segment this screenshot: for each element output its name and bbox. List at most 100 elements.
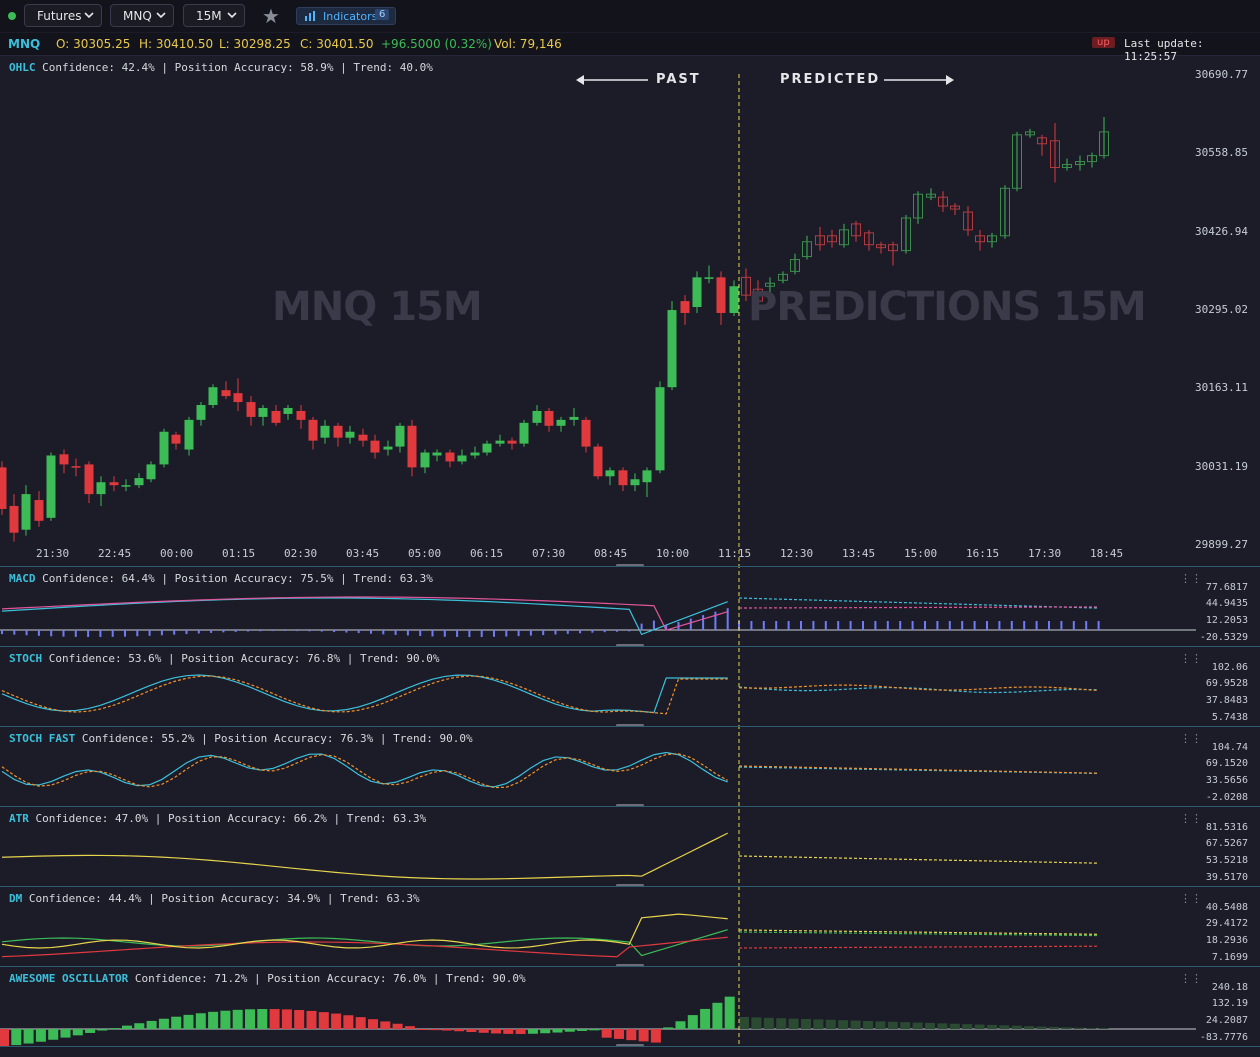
- macd-histogram-bar: [1060, 621, 1063, 630]
- candle: [581, 419, 591, 447]
- macd-histogram-bar: [296, 630, 299, 632]
- time-tick-label: 21:30: [36, 547, 70, 560]
- drag-grip-icon[interactable]: ⋮⋮: [1180, 892, 1202, 905]
- ao-predicted-bar: [1011, 1025, 1022, 1029]
- macd-histogram-bar: [124, 630, 126, 637]
- macd-histogram-bar: [443, 630, 446, 637]
- ao-bar: [0, 1029, 9, 1047]
- ao-panel-label: AWESOME OSCILLATOR Confidence: 71.2% | P…: [6, 971, 529, 986]
- drag-grip-icon[interactable]: ⋮⋮: [1180, 732, 1202, 745]
- ao-predicted-bar: [974, 1024, 985, 1029]
- macd-histogram-bar: [824, 621, 827, 630]
- left-arrow-icon: [576, 75, 584, 85]
- time-tick-label: 15:00: [904, 547, 938, 560]
- ao-bar: [626, 1029, 637, 1041]
- candle: [593, 446, 603, 477]
- panel-separator: [0, 886, 1260, 887]
- macd-histogram-bar: [234, 630, 237, 632]
- candle: [184, 419, 194, 450]
- ao-predicted-bar: [875, 1021, 886, 1029]
- panel-separator: [0, 1046, 1260, 1047]
- atr-line: [1, 832, 728, 880]
- ao-bar: [663, 1027, 674, 1029]
- macd-histogram-bar: [87, 630, 90, 637]
- price-tick-label: 30426.94: [1195, 224, 1248, 238]
- macd-histogram-bar: [173, 630, 176, 635]
- time-tick-label: 06:15: [470, 547, 504, 560]
- macd-histogram-bar: [74, 630, 77, 637]
- drag-grip-icon[interactable]: ⋮⋮: [1180, 572, 1202, 585]
- candle: [134, 478, 144, 486]
- ao-predicted-bar: [999, 1025, 1010, 1029]
- drag-grip-icon[interactable]: ⋮⋮: [1180, 652, 1202, 665]
- ao-predicted-bar: [949, 1023, 960, 1029]
- macd-histogram-bar: [394, 630, 397, 635]
- macd-histogram-bar: [99, 630, 102, 637]
- right-arrow-icon: [946, 75, 954, 85]
- candle: [283, 407, 293, 414]
- indicator-tick-label: 102.06: [1211, 662, 1248, 673]
- macd-histogram-bar: [283, 630, 286, 632]
- stoch-fast-panel-label: STOCH FAST Confidence: 55.2% | Position …: [6, 731, 476, 746]
- drag-grip-icon[interactable]: ⋮⋮: [1180, 812, 1202, 825]
- ao-bar: [392, 1023, 403, 1029]
- macd-histogram-bar: [911, 621, 914, 630]
- ao-predicted-bar: [887, 1021, 898, 1029]
- ao-bar: [503, 1029, 514, 1034]
- ao-bar: [48, 1029, 59, 1040]
- macd-histogram-bar: [247, 630, 249, 632]
- dm-stats: Confidence: 44.4% | Position Accuracy: 3…: [28, 892, 420, 905]
- ao-bar: [331, 1013, 342, 1029]
- indicator-tick-label: 39.5170: [1205, 872, 1248, 883]
- time-tick-label: 08:45: [594, 547, 628, 560]
- ao-bar: [257, 1009, 268, 1029]
- ao-bar: [687, 1015, 698, 1029]
- atr-predicted-line: [738, 855, 1099, 864]
- candle: [246, 402, 256, 417]
- macd-histogram-bar: [13, 630, 16, 635]
- panel-separator: [0, 726, 1260, 727]
- macd-histogram-bar: [517, 630, 520, 637]
- macd-histogram-bar: [554, 630, 557, 635]
- indicator-tick-label: 67.5267: [1205, 838, 1248, 849]
- macd-histogram-bar: [640, 623, 643, 630]
- ao-bar: [318, 1012, 329, 1029]
- ao-bar: [183, 1014, 194, 1029]
- macd-histogram-bar: [948, 621, 951, 630]
- ao-bar: [614, 1029, 624, 1039]
- stoch-d-line: [1, 675, 728, 715]
- ao-bar: [35, 1029, 46, 1042]
- macd-histogram-bar: [973, 621, 976, 630]
- candle: [655, 387, 665, 471]
- indicator-tick-label: 104.74: [1211, 742, 1248, 753]
- candle: [605, 470, 615, 477]
- ao-bar: [146, 1020, 157, 1029]
- indicator-tick-label: 69.9528: [1205, 678, 1248, 689]
- indicator-tick-label: -20.5329: [1199, 632, 1248, 643]
- candle: [345, 431, 355, 438]
- macd-histogram-bar: [1, 630, 3, 635]
- candle: [271, 410, 281, 423]
- dm-panel-label: DM Confidence: 44.4% | Position Accuracy…: [6, 891, 423, 906]
- stoch-fast-d-line: [1, 753, 728, 789]
- indicator-tick-label: 18.2936: [1205, 935, 1248, 946]
- candle: [21, 494, 31, 530]
- candle: [358, 434, 368, 441]
- ao-bar: [589, 1029, 600, 1031]
- macd-histogram-bar: [628, 630, 631, 632]
- macd-histogram-bar: [1035, 621, 1038, 630]
- candle: [258, 407, 268, 417]
- indicator-tick-label: -83.7776: [1199, 1032, 1248, 1043]
- macd-tag: MACD: [9, 572, 36, 585]
- ao-bar: [675, 1021, 686, 1029]
- indicator-tick-label: -2.0208: [1205, 792, 1248, 803]
- ao-bar: [232, 1009, 243, 1029]
- ao-bar: [343, 1015, 354, 1029]
- indicator-tick-label: 44.9435: [1205, 598, 1248, 609]
- time-tick-label: 03:45: [346, 547, 380, 560]
- time-tick-label: 12:30: [780, 547, 814, 560]
- drag-grip-icon[interactable]: ⋮⋮: [1180, 972, 1202, 985]
- ao-predicted-bar: [1024, 1026, 1035, 1029]
- ao-predicted-bar: [776, 1018, 787, 1029]
- macd-histogram-bar: [750, 621, 753, 630]
